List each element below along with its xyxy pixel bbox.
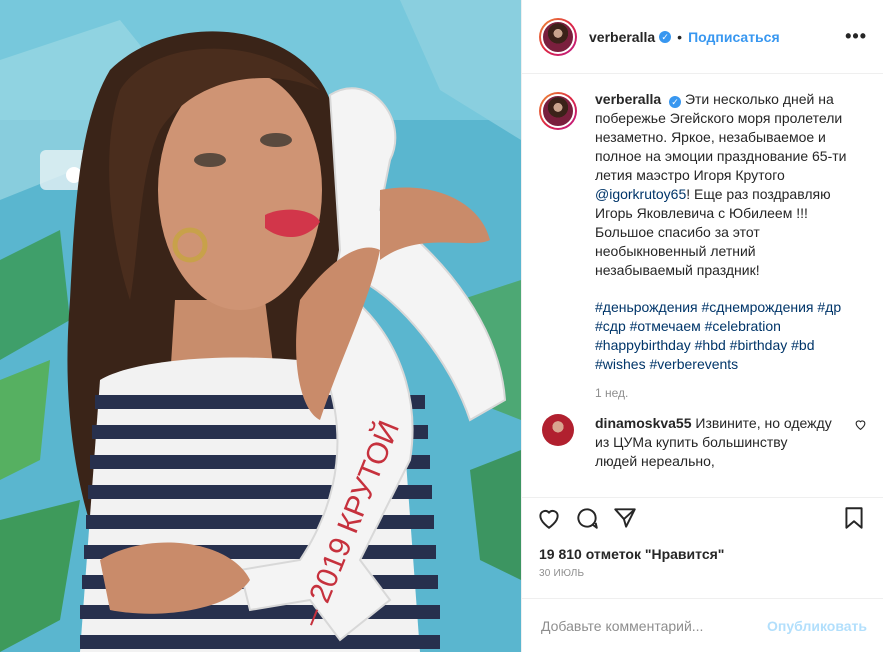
author-username[interactable]: verberalla	[589, 29, 655, 45]
caption-hashtags[interactable]: #деньрождения #сднемрождения #др #сдр #о…	[595, 298, 857, 374]
publish-button[interactable]: Опубликовать	[767, 618, 867, 634]
post-photo[interactable]: – 2019 КРУТОЙ	[0, 0, 521, 652]
caption-time-ago: 1 нед.	[595, 386, 629, 400]
caption-username[interactable]: verberalla	[595, 91, 661, 107]
post-date: 30 ИЮЛЬ	[539, 568, 585, 579]
post-header: verberalla ✓ • Подписаться •••	[522, 0, 883, 74]
post-container: – 2019 КРУТОЙ verberalla ✓ • Подписаться…	[0, 0, 883, 652]
share-icon[interactable]	[612, 505, 638, 531]
comment-item: dinamoskva55 Извините, но одежду из ЦУМа…	[539, 414, 867, 471]
comments-section[interactable]: verberalla ✓ Эти несколько дней на побер…	[522, 74, 883, 489]
commenter-avatar[interactable]	[542, 414, 574, 446]
add-comment-bar: Опубликовать	[522, 598, 883, 652]
more-options-icon[interactable]: •••	[845, 26, 867, 47]
caption-avatar[interactable]	[539, 92, 577, 130]
author-avatar[interactable]	[539, 17, 577, 56]
post-side-panel: verberalla ✓ • Подписаться ••• verberall…	[521, 0, 883, 652]
comment-input[interactable]	[539, 616, 768, 635]
caption-text: verberalla ✓ Эти несколько дней на побер…	[595, 90, 857, 374]
caption-verified-icon: ✓	[669, 96, 682, 108]
bookmark-icon[interactable]	[841, 505, 867, 531]
comment-text: dinamoskva55 Извините, но одежду из ЦУМа…	[595, 414, 833, 471]
comment-like-heart-icon[interactable]	[854, 414, 867, 471]
actions-bar	[522, 497, 883, 538]
like-heart-icon[interactable]	[536, 505, 562, 531]
follow-button[interactable]: Подписаться	[688, 29, 780, 45]
caption-mention-link[interactable]: @igorkrutoy65	[595, 186, 686, 202]
verified-badge-icon: ✓	[659, 30, 672, 43]
commenter-username[interactable]: dinamoskva55	[595, 415, 692, 431]
caption-row: verberalla ✓ Эти несколько дней на побер…	[539, 90, 867, 374]
likes-count[interactable]: 19 810 отметок "Нравится"	[522, 538, 883, 562]
comment-bubble-icon[interactable]	[574, 505, 600, 531]
photo-illustration: – 2019 КРУТОЙ	[0, 0, 521, 652]
header-separator: •	[677, 28, 683, 45]
